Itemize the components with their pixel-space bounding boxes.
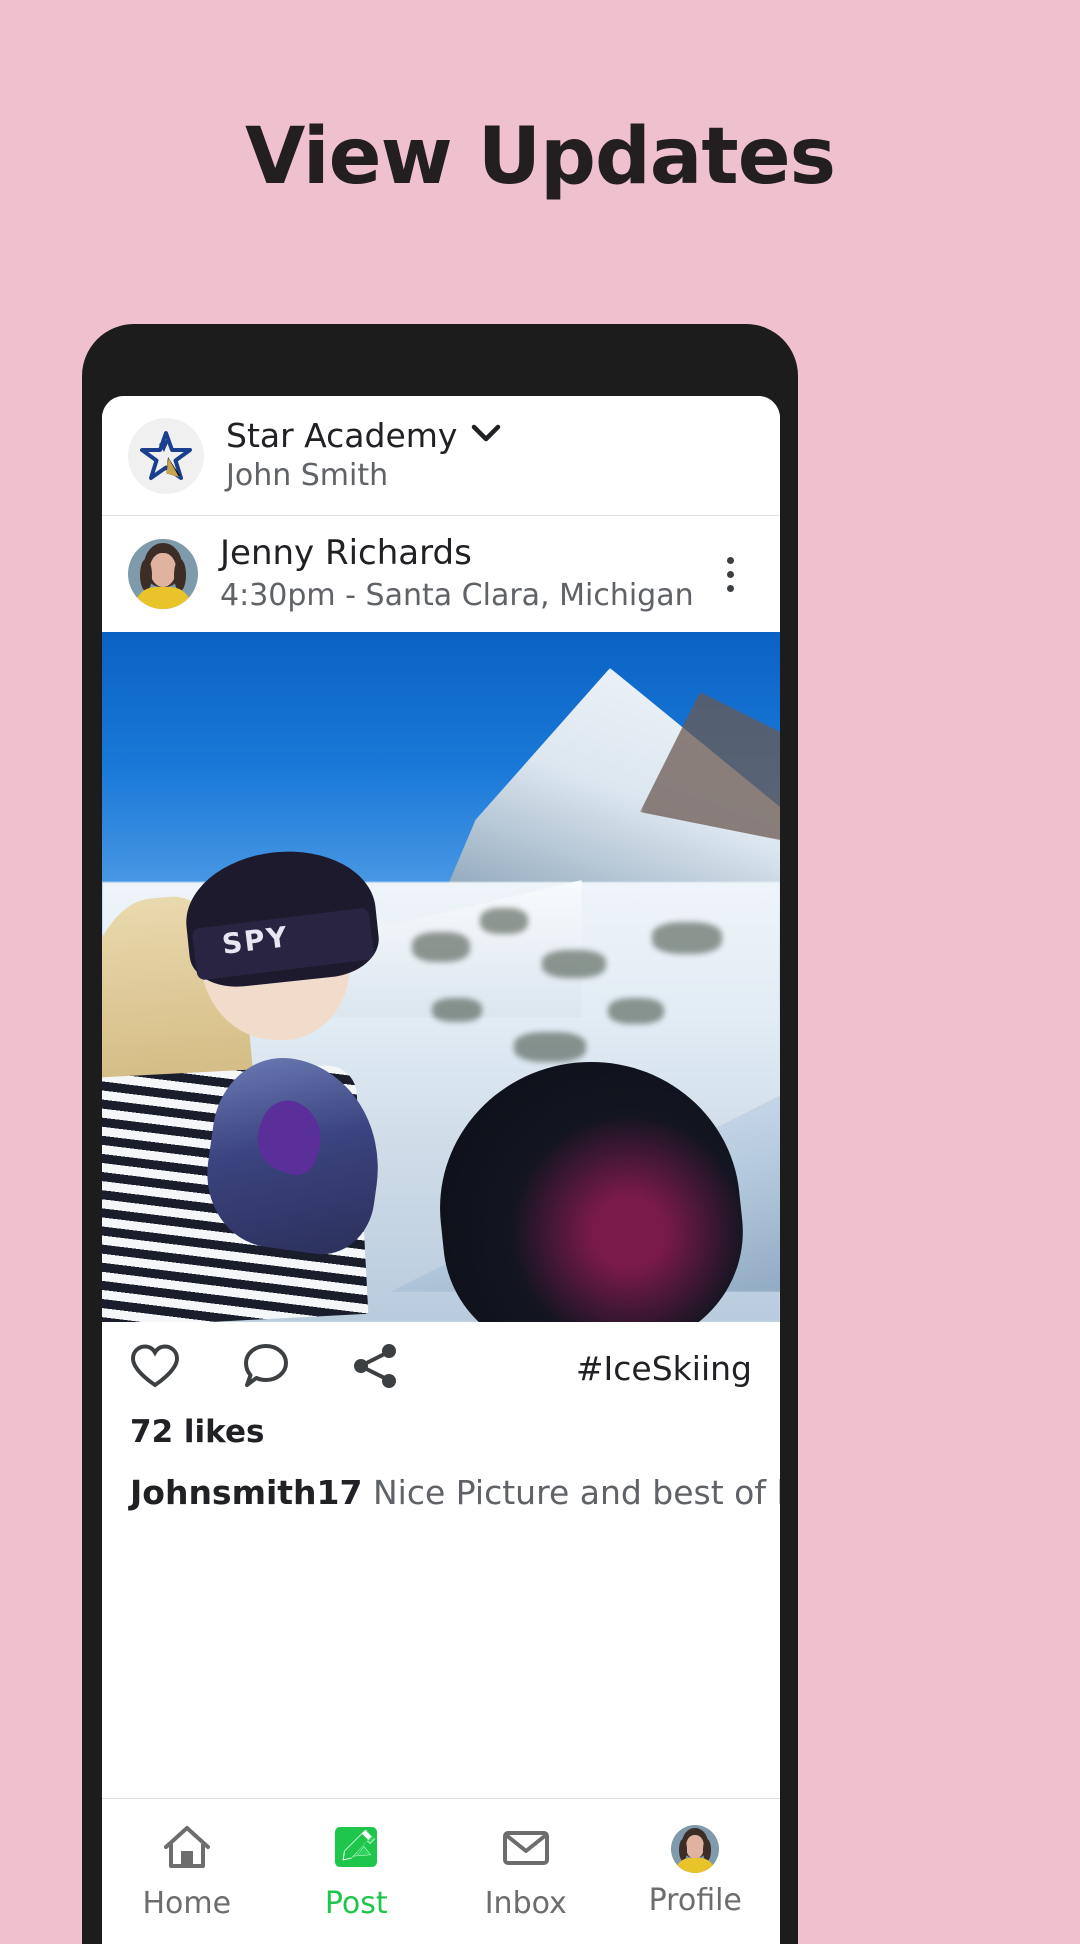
comment-bubble-icon[interactable] [242,1342,290,1395]
nav-label-profile: Profile [648,1883,742,1918]
kebab-dot [726,556,734,564]
post-timestamp-location: 4:30pm - Santa Clara, Michigan [220,577,694,613]
brand-text-block: Star Academy John Smith [226,415,501,494]
star-logo-icon [128,417,204,494]
photo-skier: SPY [102,842,412,1322]
share-icon[interactable] [352,1342,400,1395]
post-header: Jenny Richards 4:30pm - Santa Clara, Mic… [102,516,780,632]
app-header: Star Academy John Smith [102,396,780,516]
likes-count: 72 likes [130,1414,265,1450]
chevron-down-icon[interactable] [471,424,501,448]
hashtag-label[interactable]: #IceSkiing [576,1349,752,1388]
kebab-dot [726,584,734,592]
avatar-face [150,553,176,587]
post-caption: Johnsmith17 Nice Picture and best of luc… [102,1450,780,1513]
action-icon-group [130,1342,400,1395]
brand-name: Star Academy [226,415,458,455]
post-photo[interactable]: SPY [102,632,780,1322]
brand-selector[interactable]: Star Academy [226,415,501,455]
post-meta: Jenny Richards 4:30pm - Santa Clara, Mic… [220,533,706,614]
avatar-hair-left [140,559,152,591]
post-author-name: Jenny Richards [220,533,472,574]
nav-item-profile[interactable]: Profile [611,1799,781,1944]
avatar-hair-right [174,559,186,591]
nav-item-inbox[interactable]: Inbox [441,1799,611,1944]
page-title: View Updates [244,112,836,202]
envelope-icon [501,1823,551,1876]
comment-author[interactable]: Johnsmith17 [130,1473,362,1512]
brand-username: John Smith [226,457,389,493]
nav-label-inbox: Inbox [484,1885,567,1921]
post-edit-icon [331,1823,381,1876]
phone-screen: Star Academy John Smith Jenny Richards 4… [102,396,780,1944]
profile-avatar-shirt [675,1858,716,1873]
comment-text: Nice Picture and best of luck for your [372,1473,780,1512]
nav-label-home: Home [142,1885,232,1921]
profile-avatar-icon [671,1825,720,1873]
home-icon [162,1823,212,1876]
kebab-dot [726,570,734,578]
nav-item-home[interactable]: Home [102,1799,272,1944]
avatar[interactable] [128,539,198,609]
kebab-menu-icon[interactable] [706,539,754,609]
phone-frame: Star Academy John Smith Jenny Richards 4… [82,324,798,1944]
nav-label-post: Post [324,1885,388,1921]
bottom-navigation: Home Post Inbox Profile [102,1798,780,1944]
avatar-shirt [134,587,192,609]
nav-item-post[interactable]: Post [272,1799,442,1944]
heart-icon[interactable] [130,1343,180,1394]
post-actions: #IceSkiing [102,1322,780,1414]
